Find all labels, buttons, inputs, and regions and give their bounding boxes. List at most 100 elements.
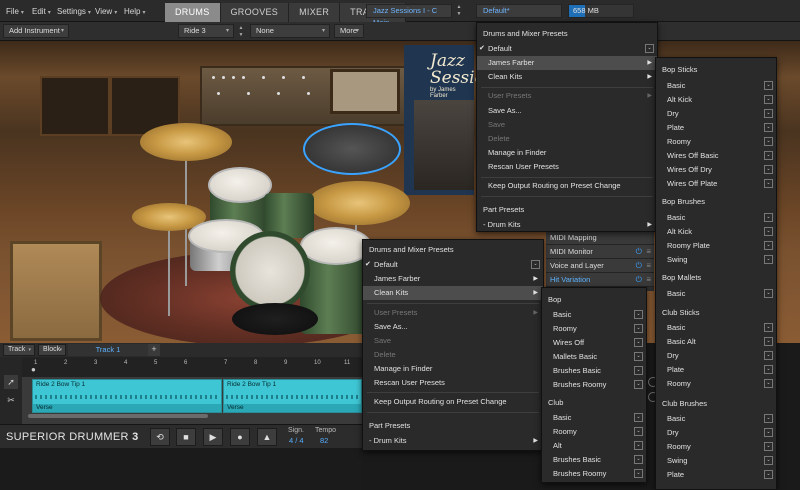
preset-item[interactable]: Brushes Basic ⌄: [542, 453, 646, 467]
timeline-ruler[interactable]: 1 2 3 4 5 6 7 8 9 10 11 ●: [22, 357, 362, 377]
dropdown-icon[interactable]: ⌄: [634, 380, 643, 389]
preset-item[interactable]: Basic ⌄: [656, 412, 776, 426]
rescan-presets-item[interactable]: Rescan User Presets: [363, 376, 543, 390]
dropdown-icon[interactable]: ⌄: [531, 260, 540, 269]
dropdown-icon[interactable]: ⌄: [764, 428, 773, 437]
bass-drum-pedal-stool[interactable]: [232, 303, 318, 335]
dropdown-icon[interactable]: ⌄: [764, 289, 773, 298]
dropdown-icon[interactable]: ⌄: [634, 441, 643, 450]
preset-item[interactable]: Alt Kick ⌄: [656, 93, 776, 107]
preset-item[interactable]: Basic ⌄: [542, 411, 646, 425]
dropdown-icon[interactable]: ⌄: [634, 469, 643, 478]
dropdown-icon[interactable]: ⌄: [764, 95, 773, 104]
record-button[interactable]: ●: [230, 428, 250, 446]
dropdown-icon[interactable]: ⌄: [634, 413, 643, 422]
preset-item[interactable]: Basic ⌄: [542, 308, 646, 322]
instrument-stepper-icon[interactable]: ▲ ▼: [236, 25, 246, 39]
preset-item[interactable]: Wires Off Basic ⌄: [656, 149, 776, 163]
dropdown-icon[interactable]: ⌄: [764, 442, 773, 451]
power-icon[interactable]: ⏻: [636, 245, 642, 259]
drum-kits-item[interactable]: - Drum Kits ▶: [363, 434, 543, 448]
dropdown-icon[interactable]: ⌄: [764, 227, 773, 236]
play-button[interactable]: ▶: [203, 428, 223, 446]
ride-cymbal[interactable]: [308, 181, 410, 225]
keep-routing-item[interactable]: Keep Output Routing on Preset Change: [363, 395, 543, 409]
save-as-item[interactable]: Save As...: [477, 104, 657, 118]
power-icon[interactable]: ⏻: [636, 259, 642, 273]
dropdown-icon[interactable]: ⌄: [764, 137, 773, 146]
manage-in-finder-item[interactable]: Manage in Finder: [363, 362, 543, 376]
dropdown-icon[interactable]: ⌄: [645, 44, 654, 53]
dropdown-icon[interactable]: ⌄: [764, 365, 773, 374]
preset-item[interactable]: Roomy ⌄: [542, 322, 646, 336]
preset-clean-kits[interactable]: Clean Kits ▶: [363, 286, 543, 300]
panel-item-midi-mapping[interactable]: MIDI Mapping: [546, 231, 654, 245]
preset-item[interactable]: Plate ⌄: [656, 363, 776, 377]
preset-item[interactable]: Wires Off ⌄: [542, 336, 646, 350]
drum-kits-item[interactable]: - Drum Kits ▶: [477, 218, 657, 232]
tab-mixer[interactable]: MIXER: [289, 3, 341, 22]
power-icon[interactable]: ⏻: [636, 273, 642, 287]
preset-item[interactable]: Basic Alt ⌄: [656, 335, 776, 349]
preset-item[interactable]: Basic ⌄: [656, 79, 776, 93]
dropdown-icon[interactable]: ⌄: [764, 151, 773, 160]
dropdown-icon[interactable]: ⌄: [764, 337, 773, 346]
preset-item[interactable]: Wires Off Dry ⌄: [656, 163, 776, 177]
dropdown-icon[interactable]: ⌄: [634, 366, 643, 375]
pointer-tool-icon[interactable]: ➚: [4, 375, 18, 389]
panel-item-voice-layer[interactable]: Voice and Layer ⏻ ≡: [546, 259, 654, 273]
metronome-button[interactable]: ▲: [257, 428, 277, 446]
preset-item[interactable]: Wires Off Plate ⌄: [656, 177, 776, 191]
dropdown-icon[interactable]: ⌄: [634, 338, 643, 347]
preset-select[interactable]: Default*: [476, 4, 562, 18]
library-stepper-icon[interactable]: ▲ ▼: [454, 4, 464, 18]
preset-item[interactable]: Dry ⌄: [656, 349, 776, 363]
preset-item[interactable]: Brushes Basic ⌄: [542, 364, 646, 378]
bass-drum[interactable]: [230, 231, 310, 311]
menu-view[interactable]: View ▾: [95, 7, 117, 16]
dropdown-icon[interactable]: ⌄: [764, 179, 773, 188]
panel-item-hit-variation[interactable]: Hit Variation ⏻ ≡: [546, 273, 654, 287]
dropdown-icon[interactable]: ⌄: [634, 352, 643, 361]
rack-tom-head[interactable]: [208, 167, 272, 203]
add-track-button[interactable]: +: [148, 344, 160, 356]
preset-item[interactable]: Roomy ⌄: [542, 425, 646, 439]
dropdown-icon[interactable]: ⌄: [764, 470, 773, 479]
signature-value[interactable]: 4 / 4: [289, 436, 304, 445]
dropdown-icon[interactable]: ⌄: [764, 414, 773, 423]
preset-item[interactable]: Roomy ⌄: [656, 377, 776, 391]
rescan-presets-item[interactable]: Rescan User Presets: [477, 160, 657, 174]
preset-item[interactable]: Basic ⌄: [656, 321, 776, 335]
preset-item[interactable]: Roomy ⌄: [656, 440, 776, 454]
playhead-icon[interactable]: ●: [31, 365, 36, 374]
tab-drums[interactable]: DRUMS: [165, 3, 221, 22]
preset-james-farber[interactable]: James Farber ▶: [363, 272, 543, 286]
split-tool-icon[interactable]: ✂: [4, 393, 18, 407]
dropdown-icon[interactable]: ⌄: [764, 123, 773, 132]
menu-file[interactable]: File ▾: [6, 7, 24, 16]
preset-item[interactable]: Alt Kick ⌄: [656, 225, 776, 239]
preset-item[interactable]: Plate ⌄: [656, 121, 776, 135]
dropdown-icon[interactable]: ⌄: [764, 323, 773, 332]
preset-item[interactable]: Plate ⌄: [656, 468, 776, 482]
tempo-value[interactable]: 82: [320, 436, 328, 445]
preset-james-farber[interactable]: James Farber ▶: [477, 56, 657, 70]
menu-help[interactable]: Help ▾: [124, 7, 145, 16]
more-select[interactable]: More ▾: [334, 24, 364, 38]
preset-item[interactable]: Swing ⌄: [656, 454, 776, 468]
dropdown-icon[interactable]: ⌄: [764, 456, 773, 465]
keep-routing-item[interactable]: Keep Output Routing on Preset Change: [477, 179, 657, 193]
library-select[interactable]: Jazz Sessions I - C Main: [366, 4, 452, 27]
stop-button[interactable]: ■: [176, 428, 196, 446]
panel-item-midi-monitor[interactable]: MIDI Monitor ⏻ ≡: [546, 245, 654, 259]
preset-item[interactable]: Brushes Roomy ⌄: [542, 378, 646, 392]
track-name[interactable]: Track 1: [68, 344, 148, 356]
preset-item[interactable]: Alt ⌄: [542, 439, 646, 453]
preset-default[interactable]: ✔ Default ⌄: [477, 42, 657, 56]
manage-in-finder-item[interactable]: Manage in Finder: [477, 146, 657, 160]
preset-item[interactable]: Brushes Roomy ⌄: [542, 467, 646, 481]
dropdown-icon[interactable]: ⌄: [634, 324, 643, 333]
preset-item[interactable]: Swing ⌄: [656, 253, 776, 267]
midi-clip[interactable]: Ride 2 Bow Tip 1 Verse: [223, 379, 362, 413]
dropdown-icon[interactable]: ⌄: [764, 255, 773, 264]
